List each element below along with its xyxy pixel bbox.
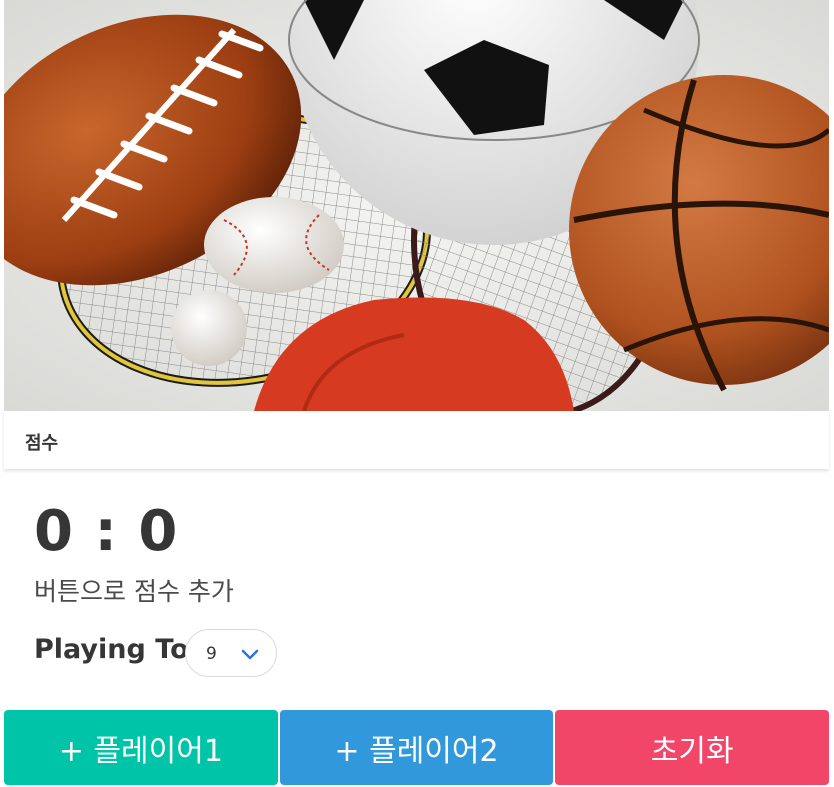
score-hint: 버튼으로 점수 추가 [34, 577, 234, 606]
card-header: 점수 [4, 411, 829, 469]
playing-to-label: Playing To [34, 634, 189, 665]
score-card: 점수 0 : 0 버튼으로 점수 추가 Playing To 9 + 플레이어1… [4, 0, 830, 787]
reset-button[interactable]: 초기화 [555, 710, 830, 785]
sports-equipment-illustration [4, 0, 829, 411]
card-footer: + 플레이어1 + 플레이어2 초기화 [4, 710, 830, 785]
sports-equipment-image [4, 0, 829, 411]
playing-to-selected-value: 9 [206, 644, 217, 664]
add-player1-button[interactable]: + 플레이어1 [4, 710, 278, 785]
chevron-down-icon [241, 649, 259, 660]
card-content: 0 : 0 버튼으로 점수 추가 Playing To 9 [4, 470, 829, 710]
add-player2-button[interactable]: + 플레이어2 [279, 710, 554, 785]
playing-to-select[interactable]: 9 [185, 629, 277, 677]
card-header-title: 점수 [25, 433, 59, 454]
score-display: 0 : 0 [34, 499, 179, 564]
